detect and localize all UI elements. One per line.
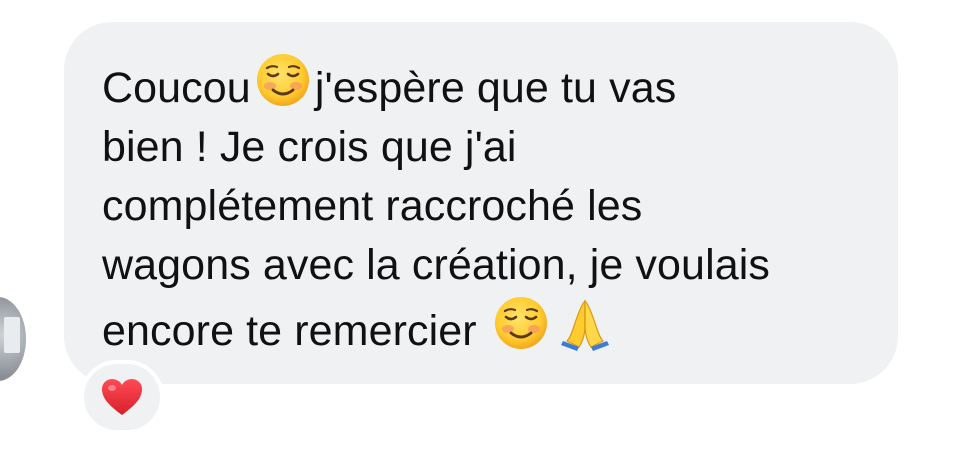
red-heart-icon — [102, 379, 142, 415]
message-bubble[interactable]: Coucou j'espère que tu vas bien ! Je cro… — [64, 22, 898, 384]
message-text: Coucou j'espère que tu vas bien ! Je cro… — [102, 52, 868, 361]
sender-avatar[interactable] — [0, 297, 26, 381]
message-line-1-start: Coucou — [102, 64, 251, 112]
smiling-face-emoji-icon — [255, 52, 311, 108]
message-line-2: bien ! Je crois que j'ai — [102, 123, 517, 171]
message-line-1-end: j'espère que tu vas — [314, 64, 677, 112]
smiling-face-emoji-icon — [493, 295, 549, 351]
folded-hands-emoji-icon — [557, 295, 613, 351]
message-line-4: wagons avec la création, je voulais — [102, 241, 770, 289]
reaction-badge[interactable] — [80, 360, 164, 434]
message-line-5: encore te remercier — [102, 307, 477, 355]
chat-thread: Coucou j'espère que tu vas bien ! Je cro… — [0, 0, 967, 454]
message-line-3: complétement raccroché les — [102, 182, 643, 230]
